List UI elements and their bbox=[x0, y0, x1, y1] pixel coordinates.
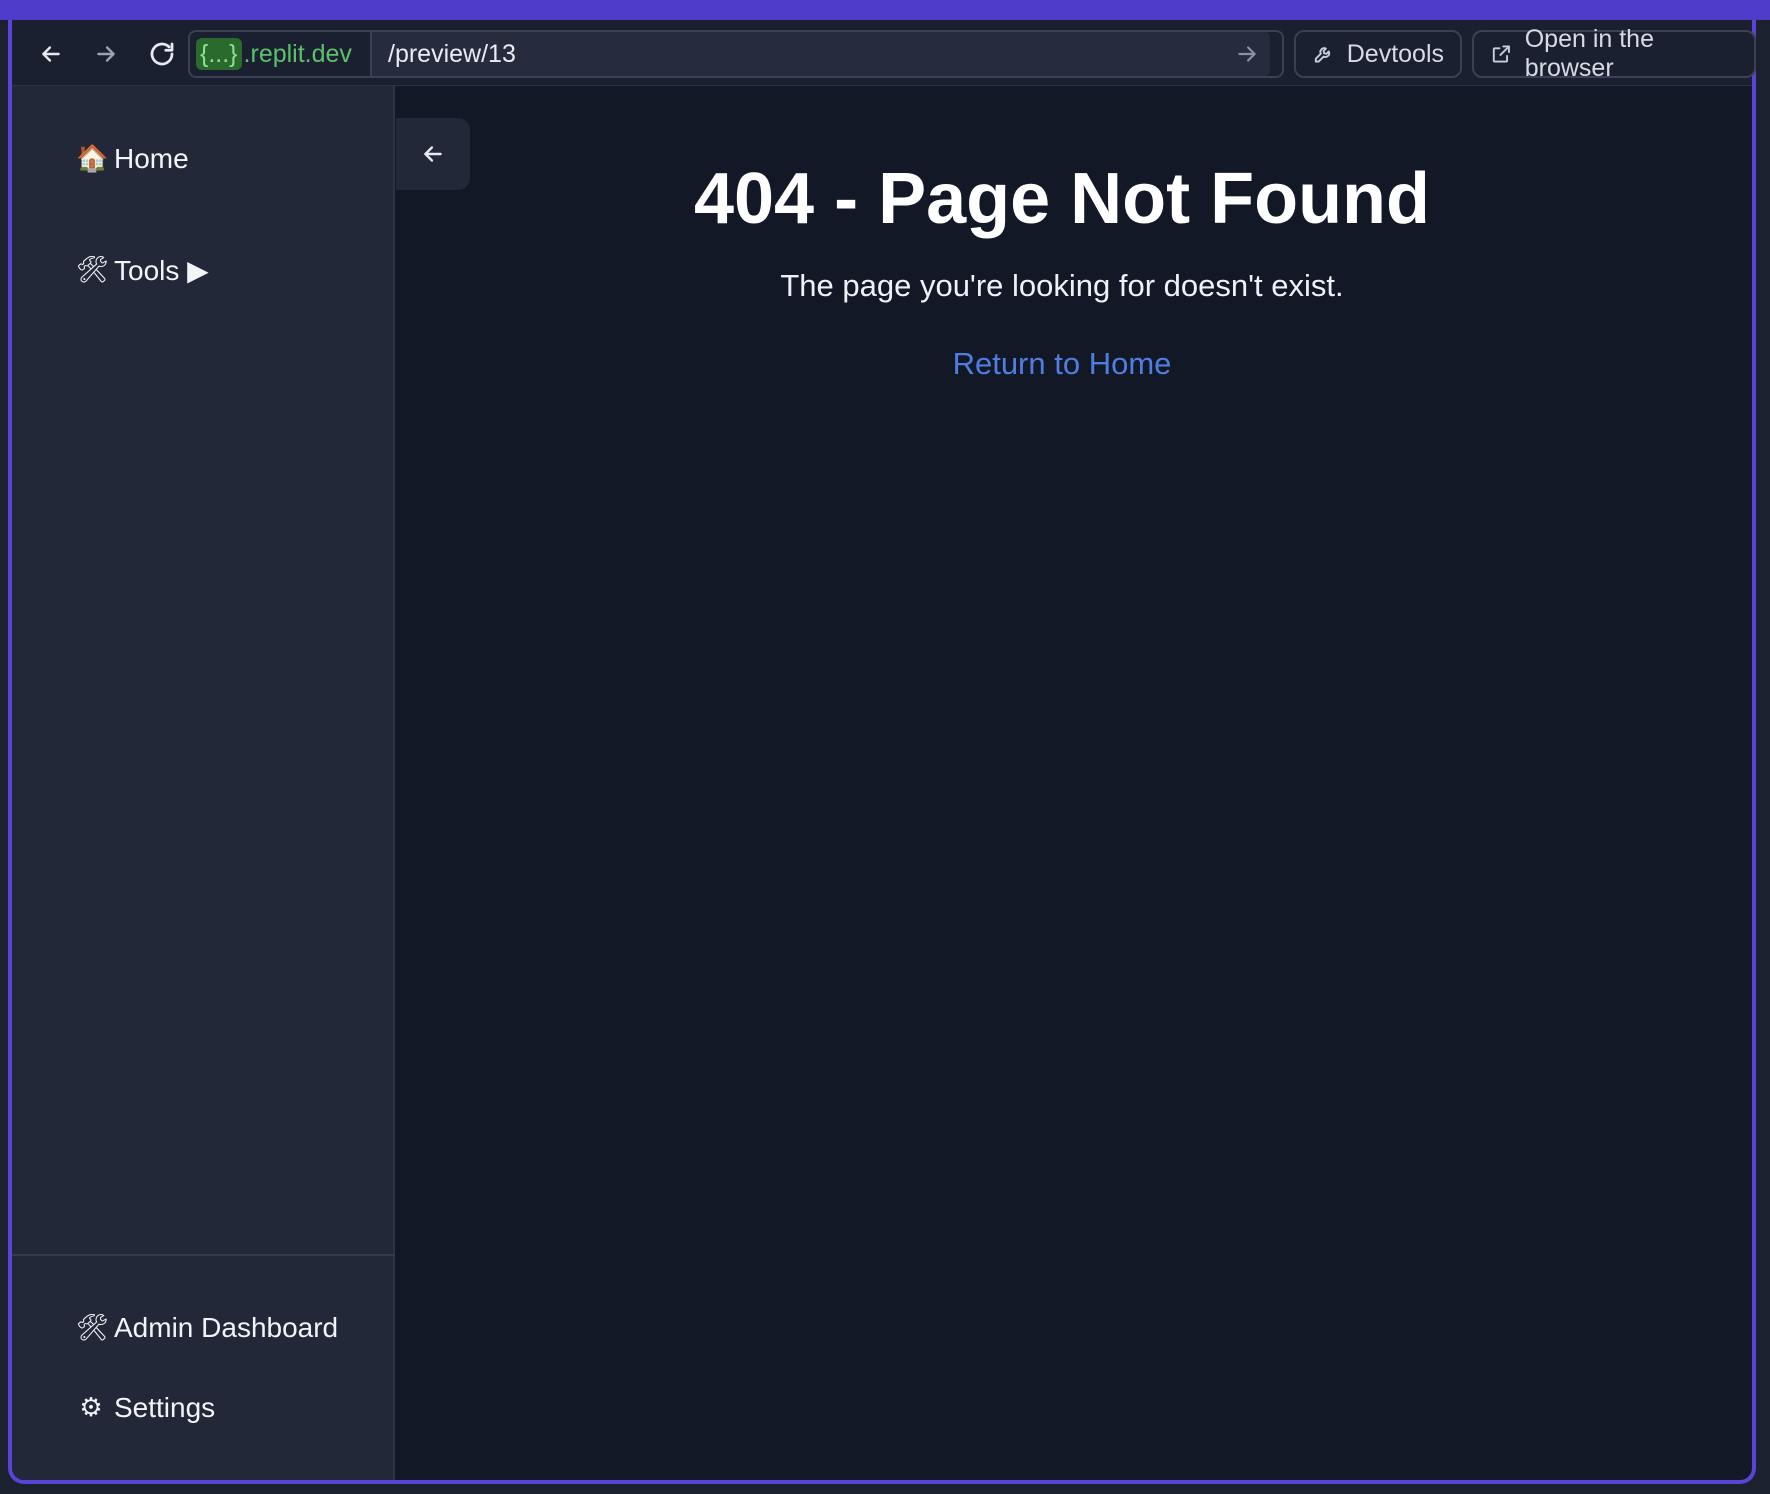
domain-brace: {...} bbox=[196, 38, 242, 70]
reload-icon bbox=[150, 42, 174, 66]
back-button[interactable] bbox=[34, 37, 68, 71]
open-in-browser-label: Open in the browser bbox=[1524, 25, 1654, 82]
arrow-right-icon bbox=[97, 46, 115, 62]
external-link-icon bbox=[1492, 45, 1510, 63]
domain-chip: {...} .replit.dev bbox=[196, 37, 352, 71]
open-in-browser-button[interactable]: Open in the browser bbox=[1472, 25, 1756, 82]
browser-toolbar: {...} .replit.dev /preview/13 Devtools O… bbox=[12, 20, 1756, 86]
sidebar-divider bbox=[12, 1254, 395, 1256]
arrow-left-icon bbox=[42, 46, 60, 62]
domain-suffix: .replit.dev bbox=[243, 39, 352, 68]
main-content: 404 - Page Not Found The page you're loo… bbox=[397, 86, 1752, 1480]
url-path-input[interactable]: /preview/13 bbox=[370, 32, 1270, 76]
go-arrow-icon[interactable] bbox=[1234, 41, 1260, 67]
page-title: 404 - Page Not Found bbox=[693, 159, 1431, 239]
sidebar-item-settings[interactable]: ⚙ Settings bbox=[76, 1388, 215, 1428]
devtools-label: Devtools bbox=[1346, 39, 1444, 68]
hammer-wrench-icon: 🛠 bbox=[76, 255, 110, 285]
wrench-icon bbox=[1314, 47, 1331, 63]
sidebar-item-label: Tools ▶ bbox=[114, 254, 209, 286]
error-message: The page you're looking for doesn't exis… bbox=[780, 268, 1344, 303]
window-accent-bar bbox=[0, 0, 1770, 20]
forward-button[interactable] bbox=[89, 37, 123, 71]
sidebar-item-home[interactable]: 🏠 Home bbox=[76, 139, 189, 179]
return-home-link[interactable]: Return to Home bbox=[527, 346, 1597, 382]
sidebar-item-label: Home bbox=[114, 143, 189, 174]
app-frame: {...} .replit.dev /preview/13 Devtools O… bbox=[0, 0, 1770, 1494]
gear-icon: ⚙ bbox=[79, 1393, 103, 1423]
hammer-wrench-icon: 🛠 bbox=[76, 1313, 110, 1343]
sidebar-item-tools[interactable]: 🛠 Tools ▶ bbox=[76, 250, 209, 290]
sidebar: 🏠 Home 🛠 Tools ▶ 🛠 Admin Dashboard ⚙ Set… bbox=[12, 86, 395, 1480]
devtools-button[interactable]: Devtools bbox=[1294, 30, 1462, 78]
sidebar-item-label: Settings bbox=[114, 1392, 216, 1423]
house-icon: 🏠 bbox=[76, 144, 109, 174]
address-bar[interactable]: {...} .replit.dev /preview/13 bbox=[188, 30, 1284, 78]
sidebar-item-label: Admin Dashboard bbox=[114, 1312, 339, 1343]
sidebar-item-admin-dashboard[interactable]: 🛠 Admin Dashboard bbox=[76, 1308, 338, 1348]
url-path-text: /preview/13 bbox=[388, 40, 516, 68]
reload-button[interactable] bbox=[145, 37, 179, 71]
